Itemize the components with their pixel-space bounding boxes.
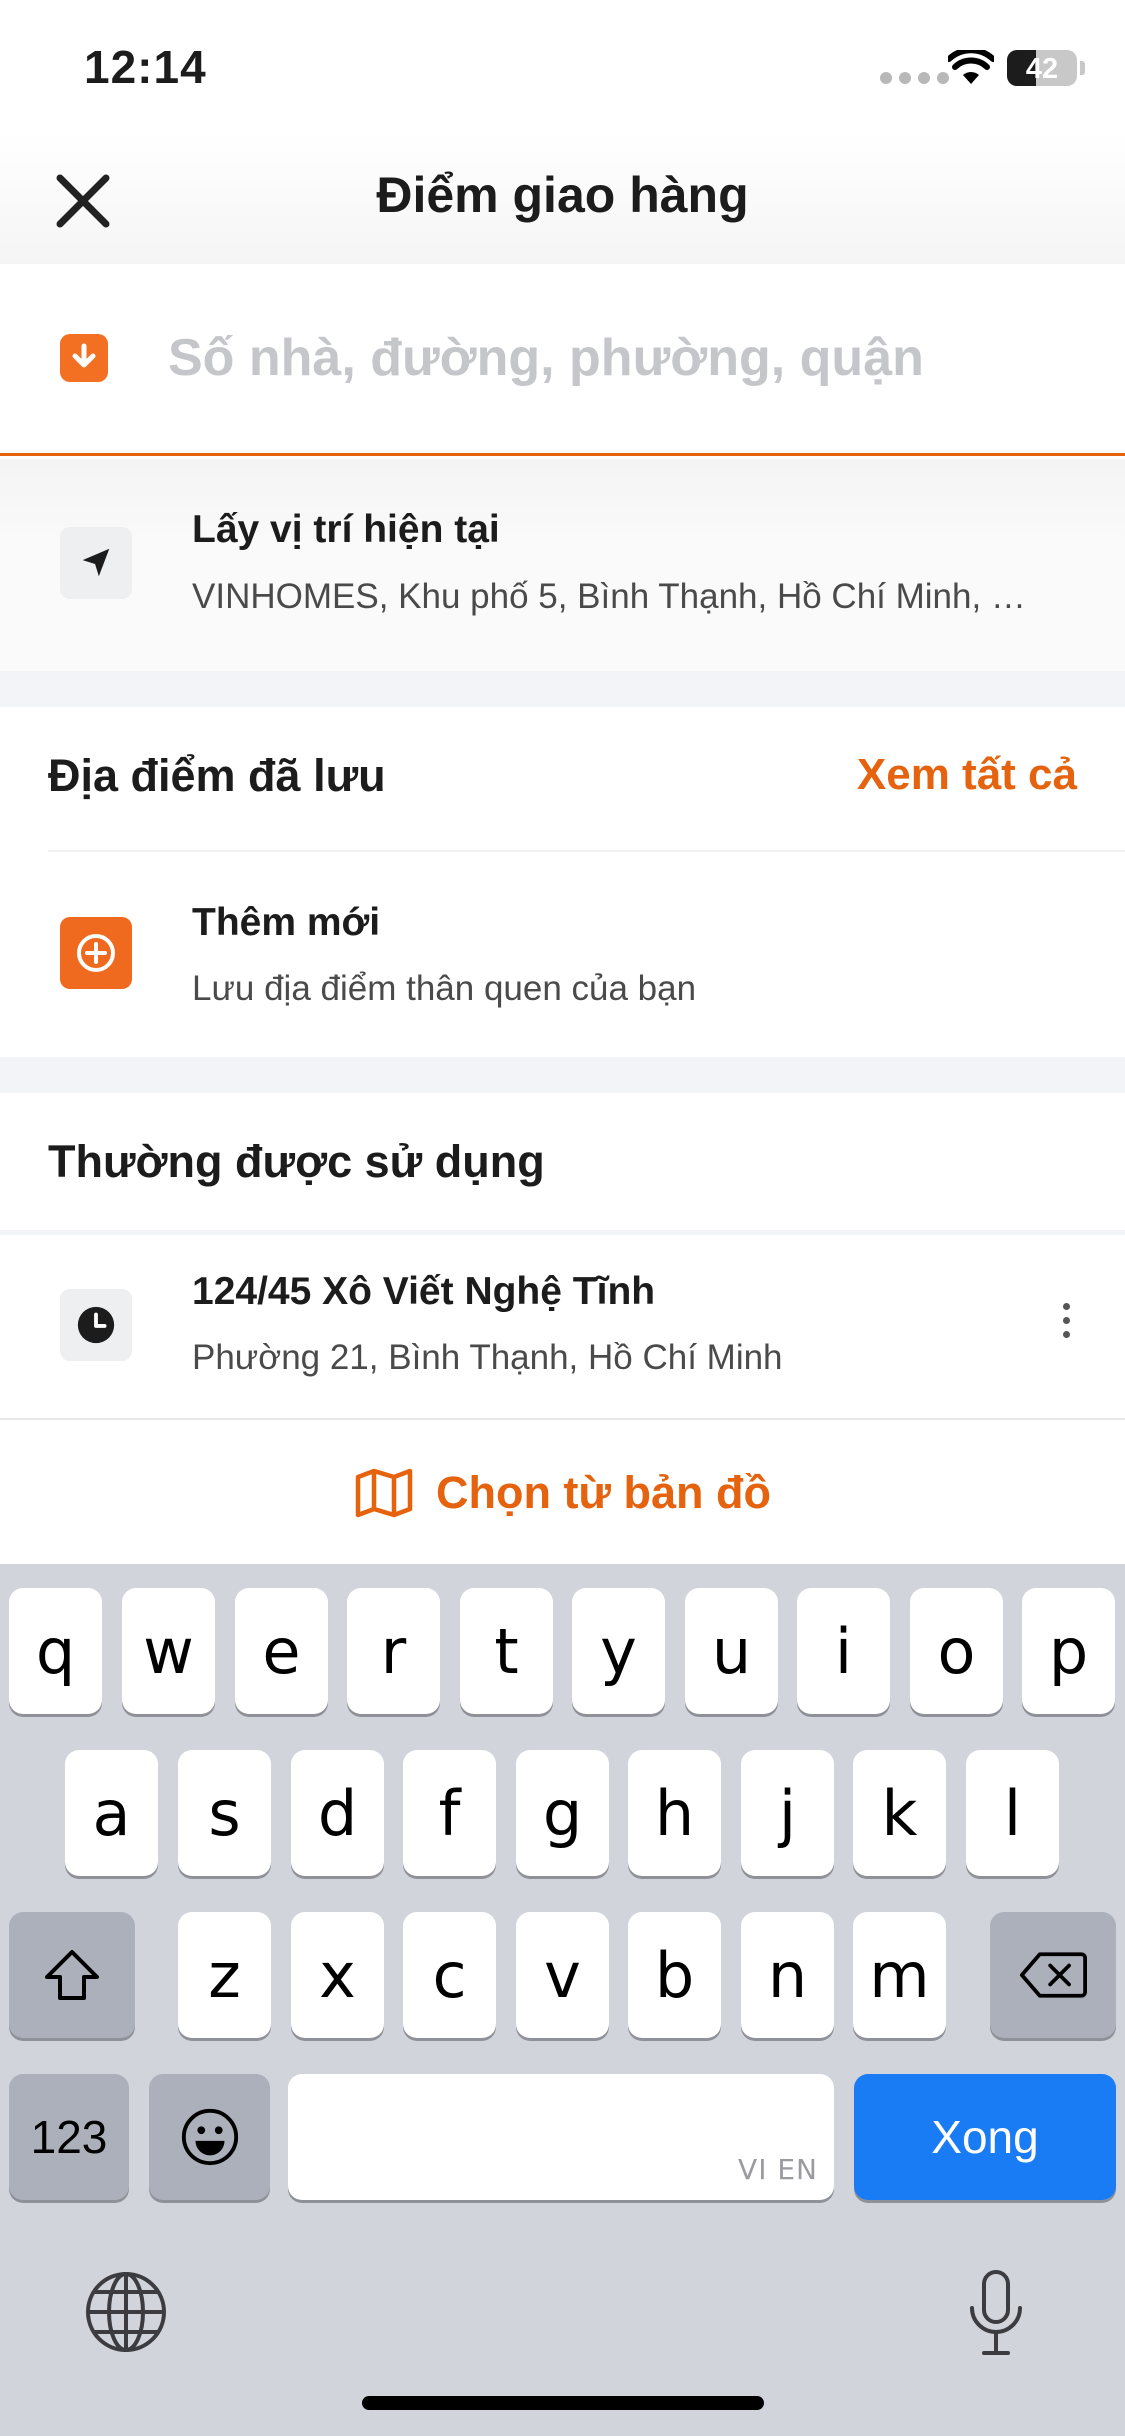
divider [48, 850, 1125, 852]
battery-indicator: 42 [1007, 50, 1077, 86]
key-r[interactable]: r [347, 1588, 440, 1714]
status-time: 12:14 [84, 41, 207, 93]
recent-place-subtitle: Phường 21, Bình Thạnh, Hồ Chí Minh [192, 1338, 783, 1377]
globe-icon[interactable] [84, 2270, 168, 2354]
key-d[interactable]: d [291, 1750, 384, 1876]
key-i[interactable]: i [797, 1588, 890, 1714]
header: Điểm giao hàng [0, 132, 1125, 264]
add-new-place-row[interactable]: Thêm mới Lưu địa điểm thân quen của bạn [0, 853, 1125, 1057]
key-m[interactable]: m [853, 1912, 946, 2038]
space-key[interactable]: VI EN [288, 2074, 834, 2200]
current-location-row[interactable]: Lấy vị trí hiện tại VINHOMES, Khu phố 5,… [0, 459, 1125, 671]
page-title: Điểm giao hàng [376, 167, 749, 223]
section-gap [0, 1057, 1125, 1093]
shift-icon [45, 1950, 99, 2000]
key-h[interactable]: h [628, 1750, 721, 1876]
clock-icon [60, 1289, 132, 1361]
key-a[interactable]: a [65, 1750, 158, 1876]
list-item[interactable]: 124/45 Xô Viết Nghệ Tĩnh Phường 21, Bình… [0, 1235, 1125, 1418]
key-y[interactable]: y [572, 1588, 665, 1714]
key-f[interactable]: f [403, 1750, 496, 1876]
current-location-address: VINHOMES, Khu phố 5, Bình Thạnh, Hồ Chí … [192, 577, 1042, 616]
cellular-signal-icon [880, 72, 949, 84]
emoji-key[interactable] [149, 2074, 270, 2200]
key-l[interactable]: l [966, 1750, 1059, 1876]
recent-place-title: 124/45 Xô Viết Nghệ Tĩnh [192, 1270, 656, 1313]
frequently-used-section: Thường được sử dụng 124/45 Xô Viết Nghệ … [0, 1093, 1125, 1418]
map-icon [355, 1468, 413, 1518]
choose-from-map-button[interactable]: Chọn từ bản đồ [0, 1420, 1125, 1566]
download-pin-icon [60, 334, 108, 382]
saved-places-title: Địa điểm đã lưu [48, 750, 386, 801]
key-o[interactable]: o [910, 1588, 1003, 1714]
key-g[interactable]: g [516, 1750, 609, 1876]
status-bar: 12:14 42 [0, 0, 1125, 132]
key-s[interactable]: s [178, 1750, 271, 1876]
key-u[interactable]: u [685, 1588, 778, 1714]
saved-places-section: Địa điểm đã lưu Xem tất cả Thêm mới Lưu … [0, 707, 1125, 1057]
backspace-key[interactable] [990, 1912, 1116, 2038]
emoji-icon [181, 2108, 238, 2166]
key-e[interactable]: e [235, 1588, 328, 1714]
map-button-bar: Chọn từ bản đồ [0, 1418, 1125, 1564]
key-z[interactable]: z [178, 1912, 271, 2038]
key-w[interactable]: w [122, 1588, 215, 1714]
key-q[interactable]: q [9, 1588, 102, 1714]
key-c[interactable]: c [403, 1912, 496, 2038]
microphone-icon[interactable] [966, 2268, 1026, 2358]
choose-from-map-label: Chọn từ bản đồ [435, 1467, 772, 1518]
key-b[interactable]: b [628, 1912, 721, 2038]
key-p[interactable]: p [1022, 1588, 1115, 1714]
keyboard: q w e r t y u i o p a s d f g h j k l z … [0, 1564, 1125, 2436]
search-input[interactable] [168, 316, 1088, 400]
battery-tip [1080, 61, 1085, 75]
done-key[interactable]: Xong [854, 2074, 1116, 2200]
more-vertical-icon[interactable] [1060, 1303, 1072, 1343]
backspace-icon [1019, 1952, 1087, 1998]
battery-percent: 42 [1025, 53, 1059, 85]
key-t[interactable]: t [460, 1588, 553, 1714]
key-x[interactable]: x [291, 1912, 384, 2038]
shift-key[interactable] [9, 1912, 135, 2038]
space-language-hint: VI EN [738, 2153, 818, 2186]
key-n[interactable]: n [741, 1912, 834, 2038]
key-v[interactable]: v [516, 1912, 609, 2038]
search-row [0, 264, 1125, 456]
key-j[interactable]: j [741, 1750, 834, 1876]
add-new-subtitle: Lưu địa điểm thân quen của bạn [192, 969, 697, 1008]
section-gap [0, 671, 1125, 707]
frequently-used-title: Thường được sử dụng [48, 1136, 545, 1187]
navigation-arrow-icon [60, 527, 132, 599]
see-all-link[interactable]: Xem tất cả [857, 750, 1077, 800]
wifi-icon [948, 50, 994, 84]
current-location-title: Lấy vị trí hiện tại [192, 508, 500, 551]
numbers-key[interactable]: 123 [9, 2074, 129, 2200]
key-k[interactable]: k [853, 1750, 946, 1876]
home-indicator [362, 2396, 764, 2410]
plus-circle-icon [60, 917, 132, 989]
add-new-title: Thêm mới [192, 901, 381, 944]
